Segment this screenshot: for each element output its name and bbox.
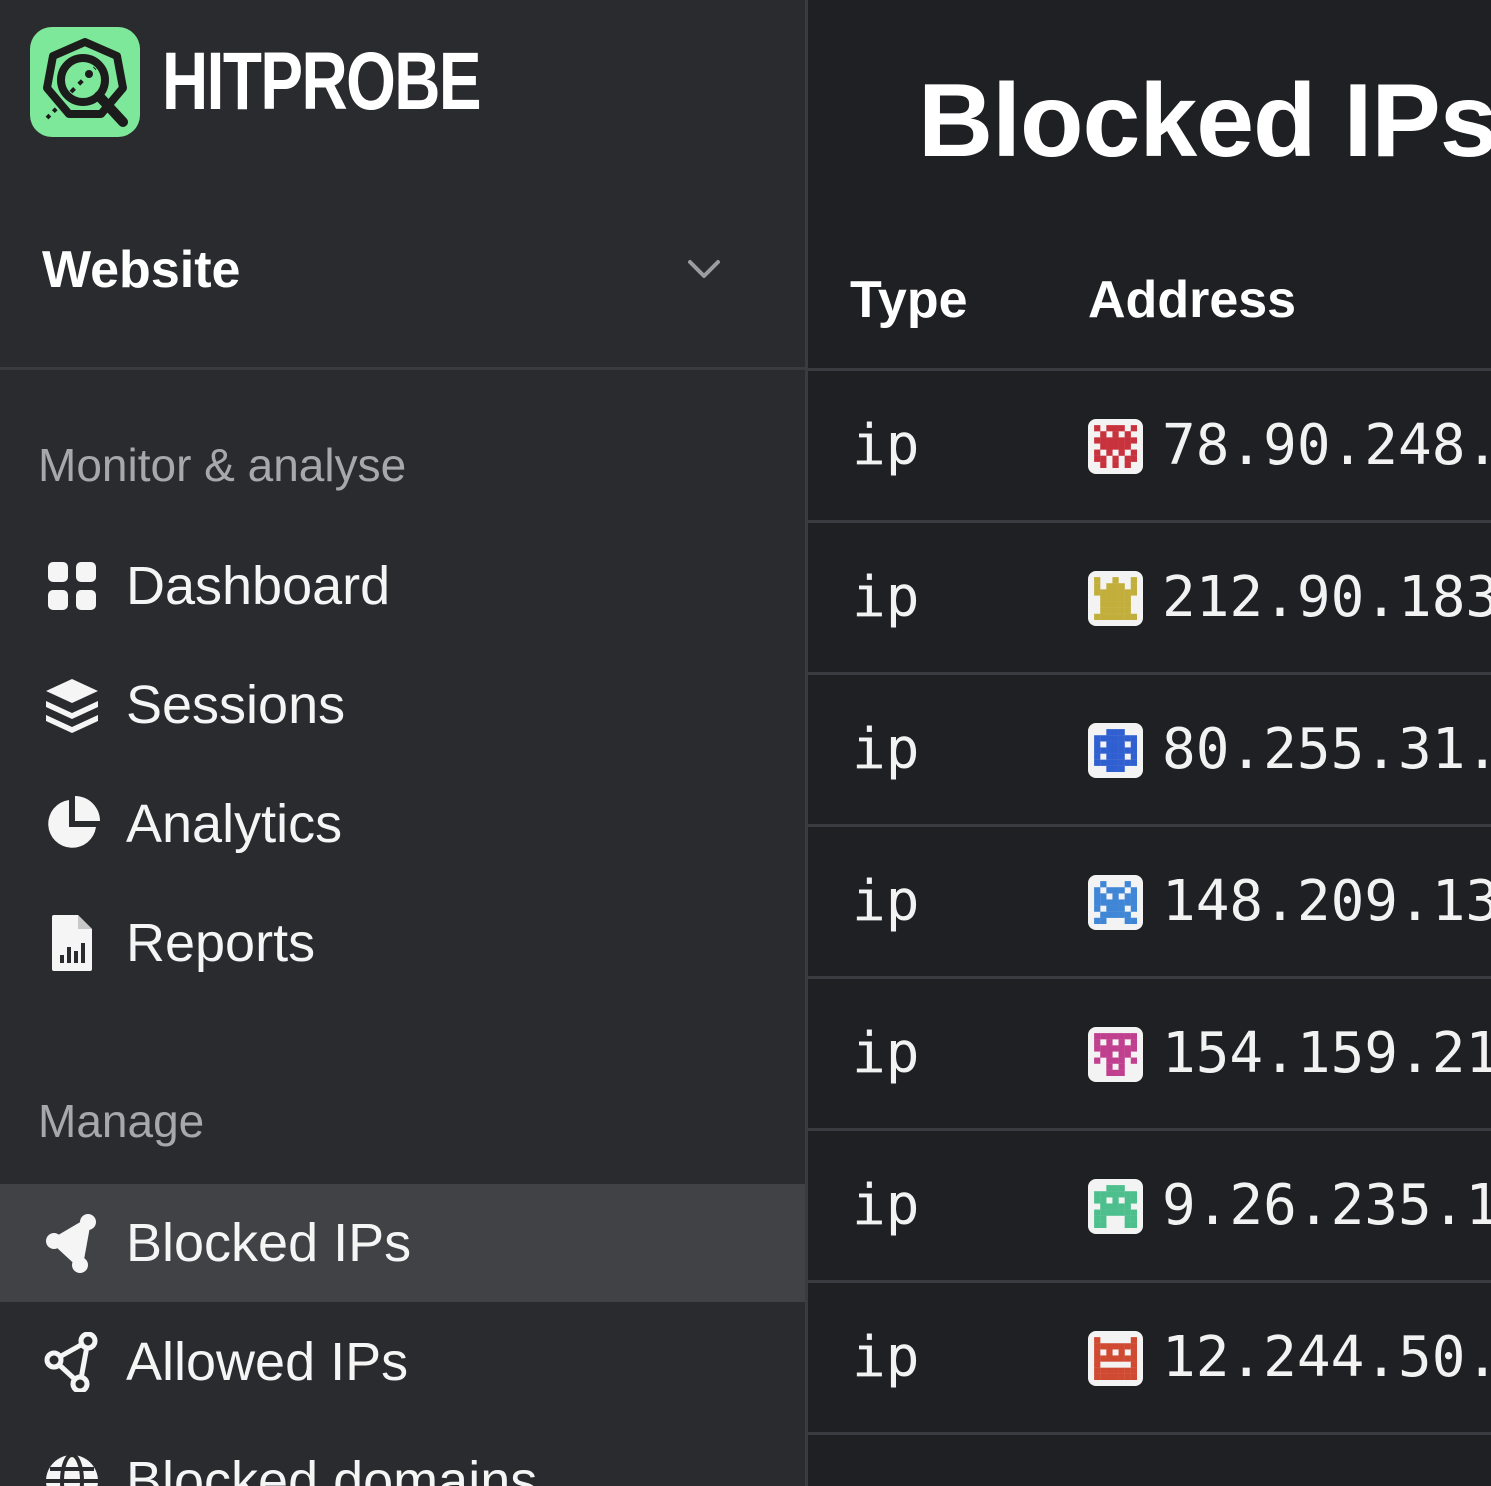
row-address: 12.244.50.	[1162, 1325, 1491, 1390]
report-file-icon	[42, 913, 102, 973]
row-address: 9.26.235.1	[1162, 1173, 1491, 1238]
row-type: ip	[852, 717, 920, 782]
sidebar-item-dashboard[interactable]: Dashboard	[0, 527, 805, 645]
magnifier-logo-icon	[30, 27, 140, 137]
row-type: ip	[852, 1021, 920, 1086]
share-nodes-outline-icon	[42, 1332, 102, 1392]
sidebar-item-label: Sessions	[126, 675, 346, 735]
sidebar-item-allowed-ips[interactable]: Allowed IPs	[0, 1303, 805, 1421]
site-selector-value: Website	[42, 241, 241, 299]
row-type: ip	[852, 869, 920, 934]
section-label-monitor: Monitor & analyse	[38, 439, 407, 491]
row-type: ip	[852, 1325, 920, 1390]
pie-chart-icon	[42, 794, 102, 854]
sidebar-item-sessions[interactable]: Sessions	[0, 646, 805, 764]
sidebar-item-label: Blocked IPs	[126, 1213, 412, 1273]
column-header-type[interactable]: Type	[850, 270, 968, 330]
chevron-down-icon[interactable]	[682, 250, 726, 295]
sidebar-item-label: Reports	[126, 913, 316, 973]
sidebar: HITPROBE Website Monitor & analyse Dashb…	[0, 0, 808, 1486]
row-type: ip	[852, 1173, 920, 1238]
identicon-icon	[1088, 723, 1143, 778]
table-row[interactable]: ip 154.159.21	[808, 979, 1491, 1131]
row-address: 80.255.31.	[1162, 717, 1491, 782]
identicon-icon	[1088, 1331, 1143, 1386]
globe-icon	[42, 1451, 102, 1486]
row-address: 154.159.21	[1162, 1021, 1491, 1086]
identicon-icon	[1088, 1027, 1143, 1082]
identicon-icon	[1088, 419, 1143, 474]
share-nodes-icon	[42, 1213, 102, 1273]
table-row[interactable]: ip 148.209.13	[808, 827, 1491, 979]
table-row[interactable]: ip 78.90.248.	[808, 371, 1491, 523]
identicon-icon	[1088, 571, 1143, 626]
layers-icon	[42, 675, 102, 735]
page-title: Blocked IPs	[918, 63, 1491, 179]
main-content: Blocked IPs Type Address ip 78.90.248. ip 2…	[808, 0, 1491, 1486]
row-address: 78.90.248.	[1162, 413, 1491, 478]
column-header-address[interactable]: Address	[1088, 270, 1296, 330]
sidebar-item-label: Allowed IPs	[126, 1332, 409, 1392]
row-address: 212.90.183	[1162, 565, 1491, 630]
sidebar-item-blocked-ips[interactable]: Blocked IPs	[0, 1184, 805, 1302]
app-logo[interactable]: HITPROBE	[30, 26, 570, 138]
table-row[interactable]: ip 12.244.50.	[808, 1283, 1491, 1435]
sidebar-item-reports[interactable]: Reports	[0, 884, 805, 1002]
sidebar-item-blocked-domains[interactable]: Blocked domains	[0, 1422, 805, 1486]
sidebar-item-label: Blocked domains	[126, 1451, 538, 1486]
row-type: ip	[852, 413, 920, 478]
table-row[interactable]: ip 212.90.183	[808, 523, 1491, 675]
table-row[interactable]: ip 80.255.31.	[808, 675, 1491, 827]
sidebar-item-label: Analytics	[126, 794, 343, 854]
app-name: HITPROBE	[162, 36, 482, 127]
identicon-icon	[1088, 1179, 1143, 1234]
row-address: 148.209.13	[1162, 869, 1491, 934]
grid-icon	[42, 556, 102, 616]
sidebar-item-analytics[interactable]: Analytics	[0, 765, 805, 883]
table-row[interactable]: ip 9.26.235.1	[808, 1131, 1491, 1283]
row-type: ip	[852, 565, 920, 630]
site-selector[interactable]: Website	[0, 200, 805, 370]
section-label-manage: Manage	[38, 1095, 205, 1147]
sidebar-item-label: Dashboard	[126, 556, 391, 616]
identicon-icon	[1088, 875, 1143, 930]
